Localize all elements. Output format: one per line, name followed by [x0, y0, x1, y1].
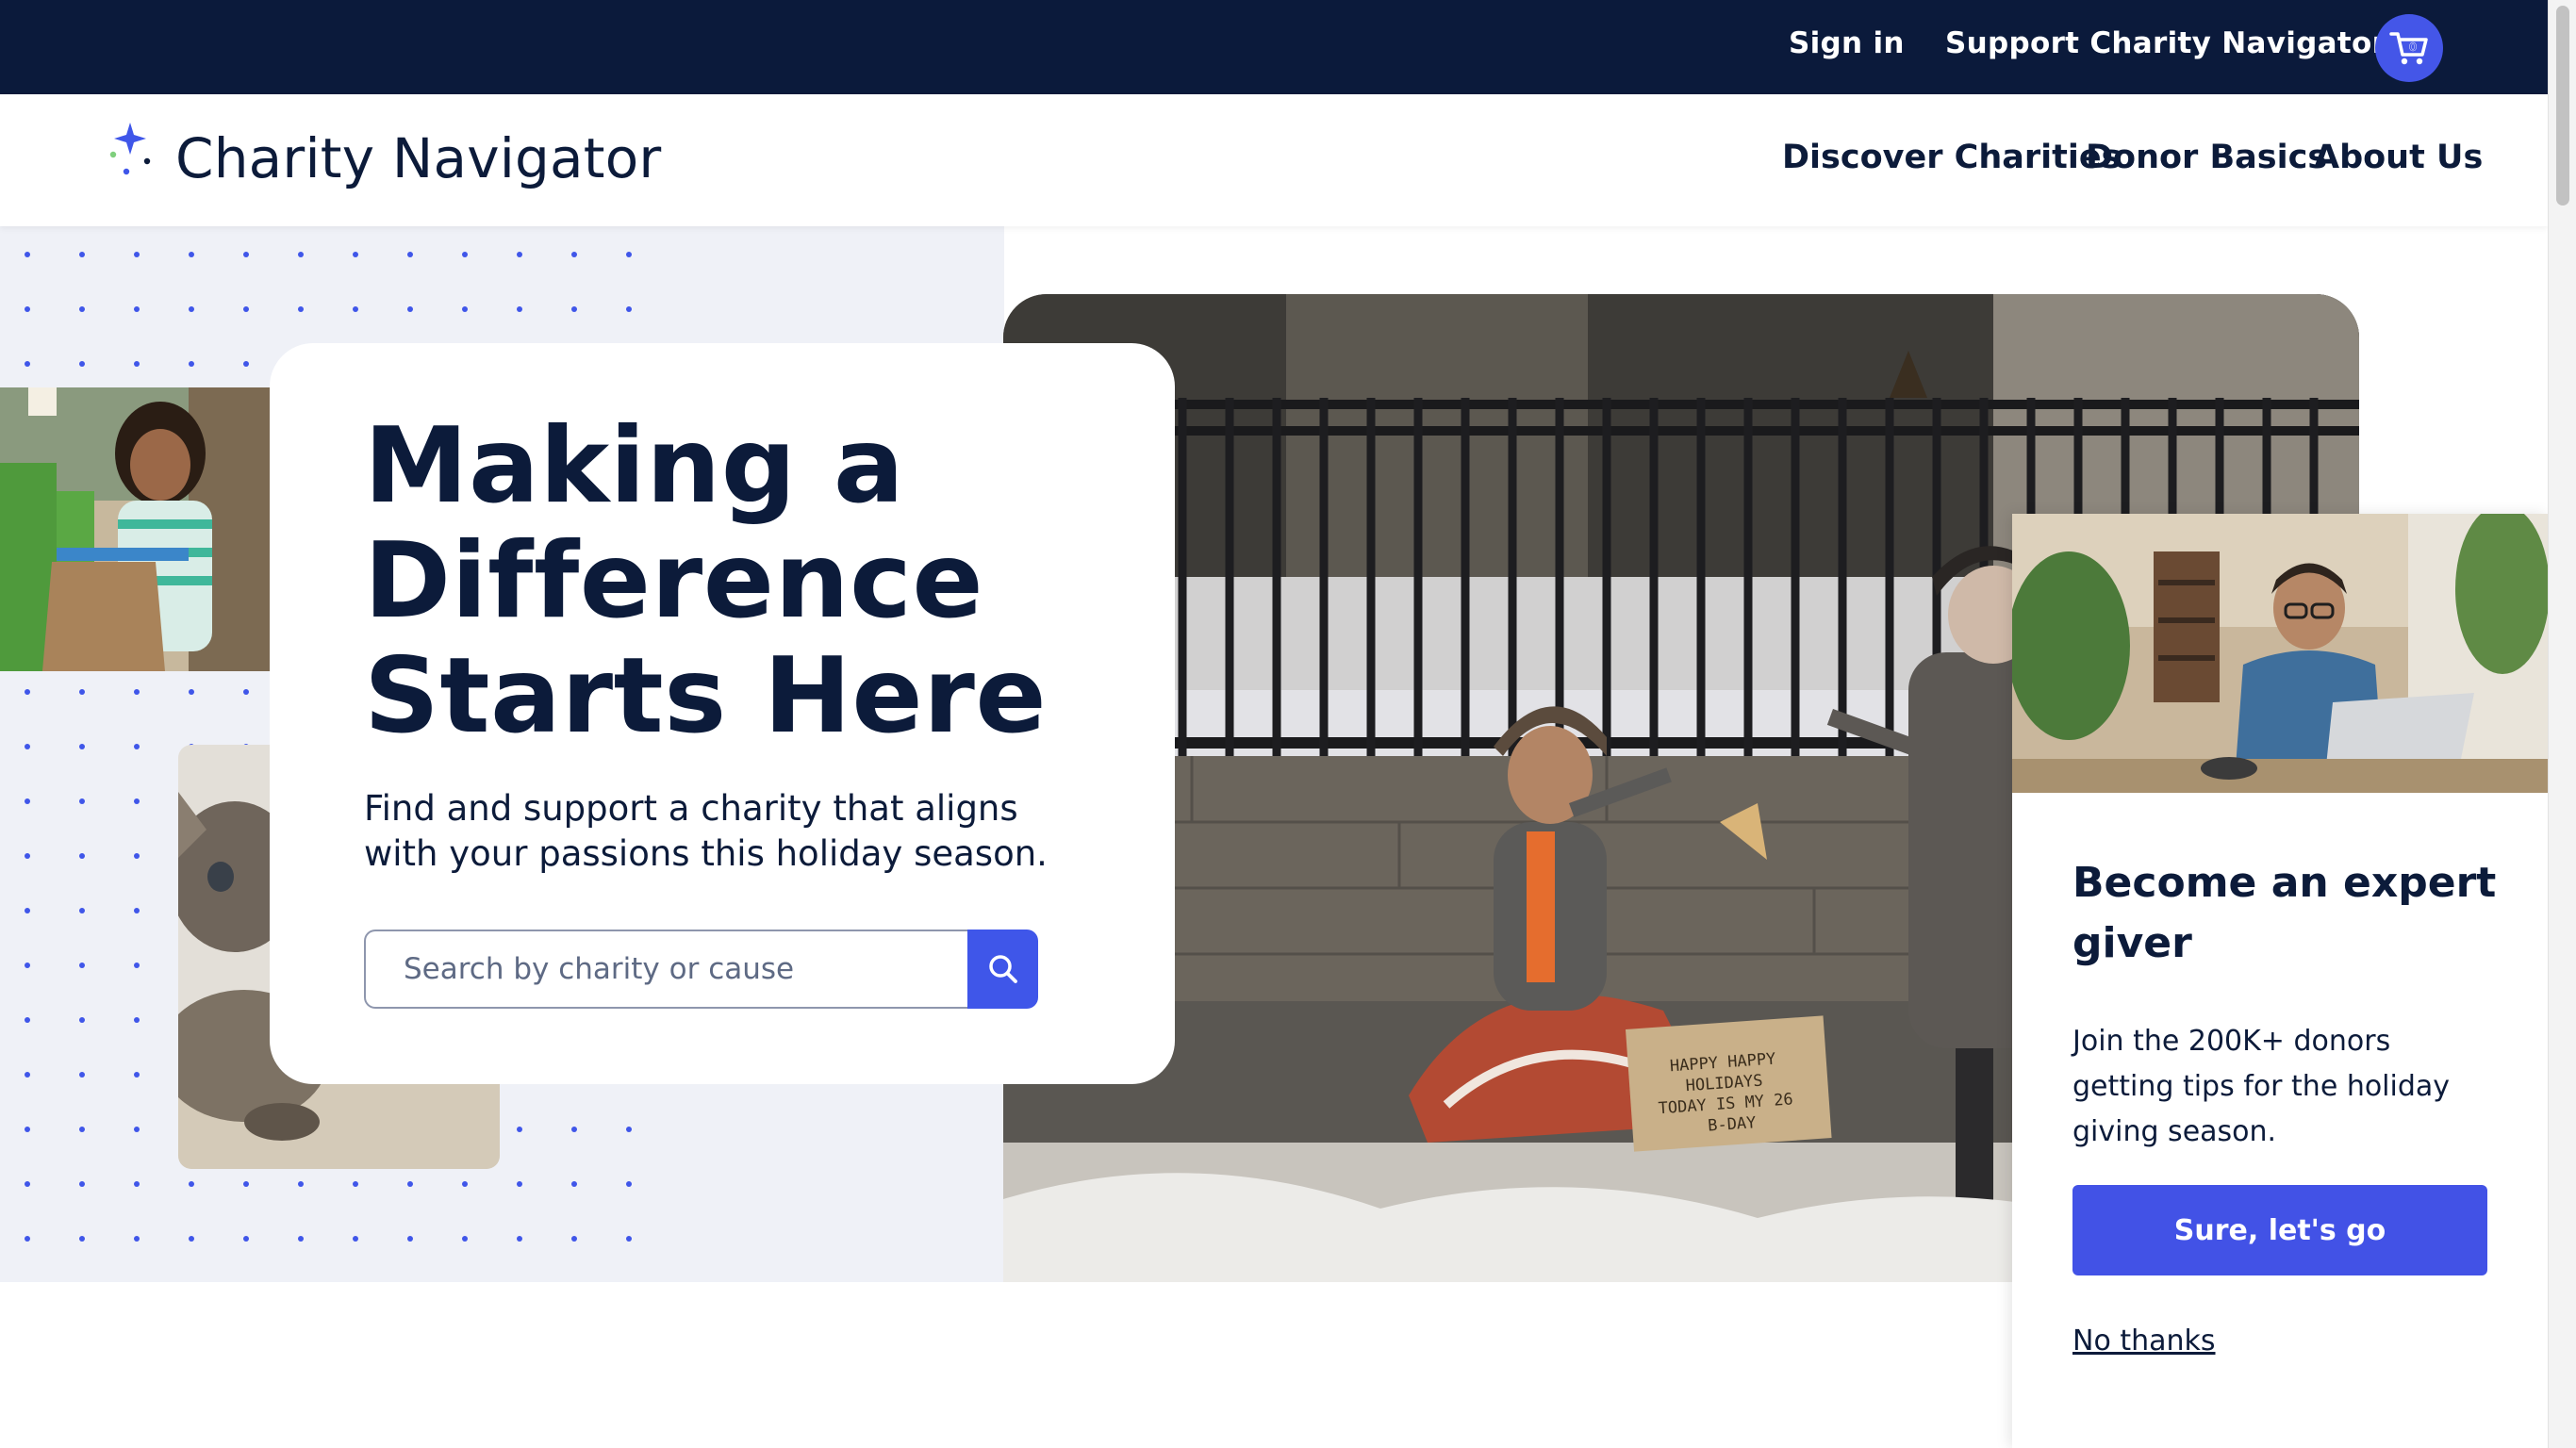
nav-discover-charities[interactable]: Discover Charities [1782, 139, 2121, 176]
nav-donor-basics[interactable]: Donor Basics [2086, 139, 2327, 176]
search-button[interactable] [967, 930, 1038, 1009]
scrollbar-thumb[interactable] [2556, 6, 2569, 206]
popup-cta-button[interactable]: Sure, let's go [2072, 1185, 2487, 1275]
sign-in-link[interactable]: Sign in [1789, 26, 1905, 60]
support-link[interactable]: Support Charity Navigator [1945, 26, 2386, 60]
logo-sparkle-icon[interactable] [102, 119, 158, 185]
cart-count: 0 [2409, 41, 2417, 54]
photo-man-with-laptop [2012, 514, 2548, 793]
search-input[interactable] [364, 930, 967, 1009]
newsletter-popup: Become an expert giver Join the 200K+ do… [2012, 514, 2548, 1448]
page-scrollbar[interactable] [2548, 0, 2576, 1448]
search-icon [988, 955, 1017, 983]
hero-subhead: Find and support a charity that aligns w… [364, 788, 1048, 874]
hero-card: Making a Difference Starts Here Find and… [270, 343, 1175, 1084]
headline-line-3: Starts Here [364, 635, 1048, 757]
headline-line-2: Difference [364, 520, 984, 642]
cart-button[interactable]: 0 [2375, 14, 2443, 82]
logo-text[interactable]: Charity Navigator [175, 126, 661, 190]
photo-girl-with-groceries [0, 387, 271, 671]
cart-icon: 0 [2389, 32, 2428, 65]
nav-about-us[interactable]: About Us [2314, 139, 2483, 176]
popup-text: Join the 200K+ donors getting tips for t… [2072, 1025, 2451, 1148]
hero-headline: Making a Difference Starts Here [364, 409, 1047, 754]
popup-dismiss-link[interactable]: No thanks [2072, 1325, 2216, 1358]
headline-line-1: Making a [364, 405, 905, 527]
popup-title: Become an expert giver [2072, 859, 2497, 967]
utility-bar: Sign in Support Charity Navigator 0 [0, 0, 2548, 94]
